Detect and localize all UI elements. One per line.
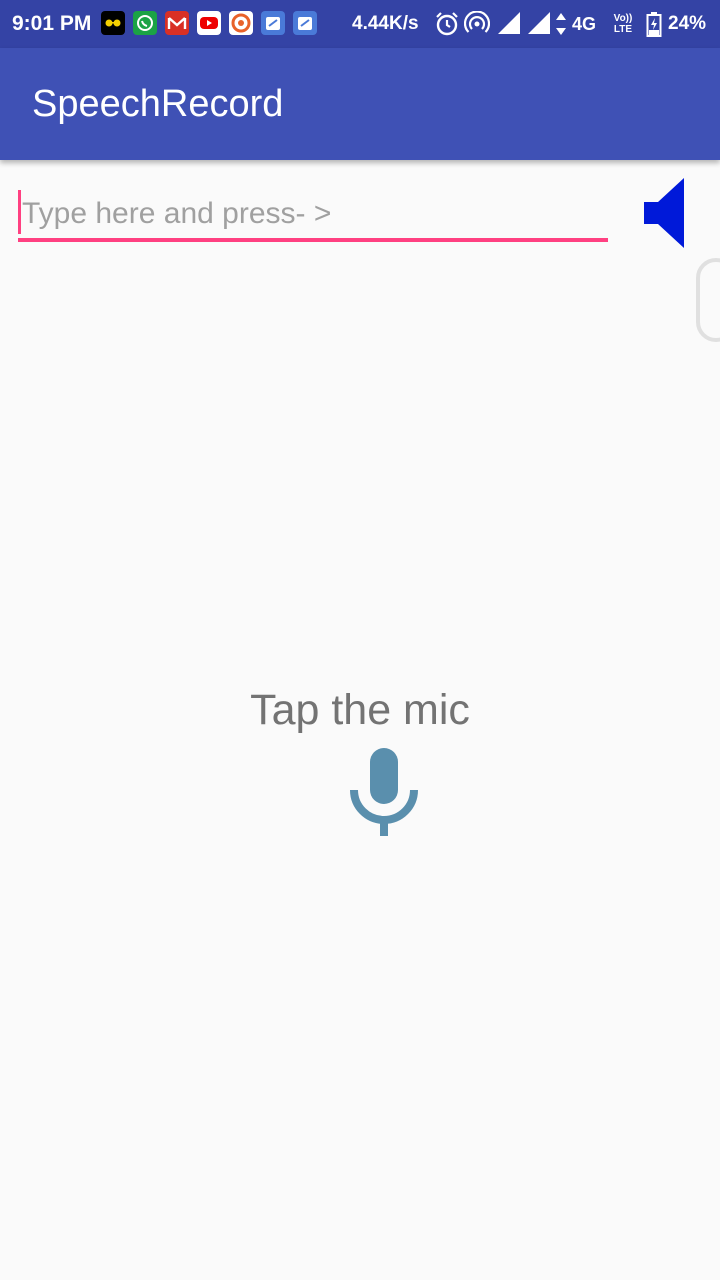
speaker-button[interactable] — [636, 172, 692, 256]
app-notification-icon — [229, 11, 253, 35]
volte-icon: Vo)) LTE — [610, 13, 636, 35]
network-type: 4G — [572, 14, 597, 34]
data-activity-icon — [554, 12, 568, 40]
edge-scroll-handle[interactable] — [696, 258, 720, 342]
calendar-notification-icon — [293, 11, 317, 35]
text-cursor — [18, 190, 21, 234]
volte-top-label: Vo)) — [613, 13, 633, 24]
youtube-icon — [197, 11, 221, 35]
tap-mic-prompt: Tap the mic — [250, 686, 470, 734]
whatsapp-icon — [133, 11, 157, 35]
app-title: SpeechRecord — [32, 83, 284, 125]
speaker-icon — [644, 178, 684, 248]
battery-icon — [646, 11, 662, 41]
calendar-notification-icon — [261, 11, 285, 35]
speech-text-input[interactable] — [18, 190, 608, 242]
hotspot-icon — [463, 10, 491, 41]
network-speed: 4.44K/s — [352, 13, 419, 34]
battery-percent: 24% — [668, 13, 707, 34]
signal-icon — [496, 12, 522, 40]
status-time: 9:01 PM — [12, 12, 92, 35]
notification-icons — [101, 11, 325, 35]
volte-bottom-label: LTE — [613, 24, 633, 35]
gmail-icon — [165, 11, 189, 35]
app-bar: SpeechRecord — [0, 48, 720, 160]
mic-button[interactable] — [346, 744, 422, 838]
microphone-icon — [350, 748, 418, 836]
system-icons: 4G Vo)) LTE 24% — [434, 10, 714, 38]
alarm-icon — [434, 11, 460, 41]
status-bar: 9:01 PM 4.44K/s 4G Vo)) LTE 24% — [0, 0, 720, 48]
glasses-app-icon — [101, 11, 125, 35]
signal-icon — [526, 12, 552, 40]
